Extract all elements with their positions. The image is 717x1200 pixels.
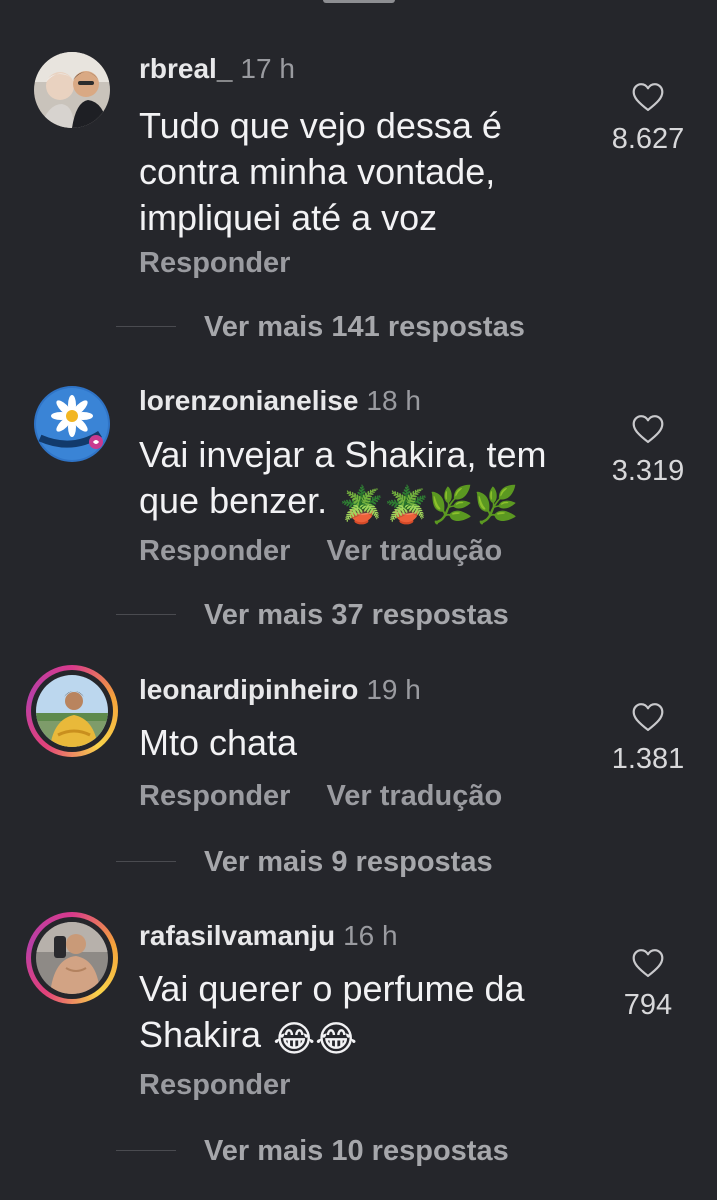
comment-meta: leonardipinheiro 19 h [139,673,421,707]
view-more-replies[interactable]: Ver mais 9 respostas [0,845,717,885]
username[interactable]: lorenzonianelise [139,385,358,416]
sheet-drag-handle[interactable] [323,0,395,3]
view-more-replies[interactable]: Ver mais 37 respostas [0,598,717,638]
reply-button[interactable]: Responder [139,535,290,567]
timestamp: 19 h [366,674,421,705]
reply-divider-line [116,326,176,327]
heart-icon[interactable] [631,702,665,732]
like-count: 3.319 [611,455,685,487]
view-more-replies[interactable]: Ver mais 10 respostas [0,1134,717,1174]
comment-text: Mto chata [139,722,298,763]
timestamp: 16 h [343,920,398,951]
comment-text: Vai querer o perfume da Shakira 😂😂 [139,966,599,1062]
timestamp: 17 h [240,53,295,84]
comment-actions: Responder Ver tradução [139,534,502,568]
username[interactable]: rafasilvamanju [139,920,335,951]
comment-text: Tudo que vejo dessa é contra minha vonta… [139,105,502,238]
like-area: 794 [593,948,703,1022]
like-count: 794 [623,989,673,1021]
story-ring-avatar[interactable] [26,912,118,1004]
heart-icon[interactable] [631,414,665,444]
comment-meta: rbreal_ 17 h [139,52,295,86]
username[interactable]: rbreal_ [139,53,232,84]
username[interactable]: leonardipinheiro [139,674,358,705]
timestamp: 18 h [366,385,421,416]
view-more-replies[interactable]: Ver mais 141 respostas [0,310,717,350]
emoji: 🪴🪴🌿🌿 [339,484,519,525]
comment-actions: Responder [139,246,290,280]
avatar[interactable] [34,386,110,462]
like-count: 1.381 [611,743,685,775]
reply-divider-line [116,614,176,615]
see-translation-button[interactable]: Ver tradução [326,535,502,567]
comment-actions: Responder Ver tradução [139,779,502,813]
comment-meta: rafasilvamanju 16 h [139,919,398,953]
avatar [36,922,108,994]
view-more-replies-label[interactable]: Ver mais 10 respostas [204,1134,509,1168]
story-ring-gap [31,917,113,999]
reply-button[interactable]: Responder [139,1069,290,1101]
like-count: 8.627 [611,123,685,155]
reply-divider-line [116,1150,176,1151]
like-area: 3.319 [593,414,703,488]
reply-divider-line [116,861,176,862]
heart-icon[interactable] [631,948,665,978]
see-translation-button[interactable]: Ver tradução [326,780,502,812]
emoji: 😂😂 [273,1018,358,1059]
avatar [36,675,108,747]
avatar[interactable] [34,52,110,128]
view-more-replies-label[interactable]: Ver mais 9 respostas [204,845,493,879]
story-ring-gap [31,670,113,752]
reply-button[interactable]: Responder [139,780,290,812]
heart-icon[interactable] [631,82,665,112]
comment-text: Vai invejar a Shakira, tem que benzer. 🪴… [139,432,599,528]
like-area: 1.381 [593,702,703,776]
comment-actions: Responder [139,1068,290,1102]
view-more-replies-label[interactable]: Ver mais 141 respostas [204,310,525,344]
like-area: 8.627 [593,82,703,156]
reply-button[interactable]: Responder [139,247,290,279]
comment-meta: lorenzonianelise 18 h [139,384,421,418]
view-more-replies-label[interactable]: Ver mais 37 respostas [204,598,509,632]
story-ring-avatar[interactable] [26,665,118,757]
